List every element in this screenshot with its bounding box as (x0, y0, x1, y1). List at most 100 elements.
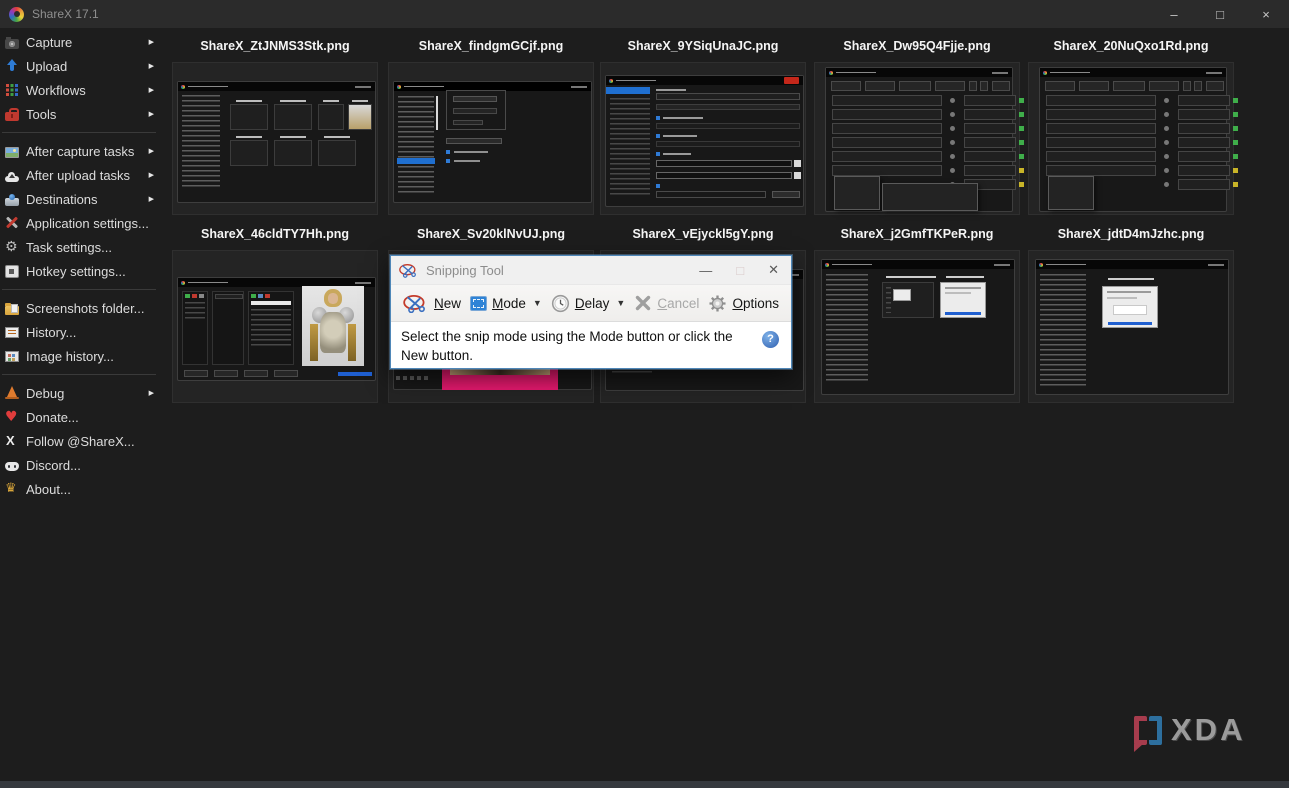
sidebar-item-screenshots-folder[interactable]: Screenshots folder... (0, 296, 166, 320)
thumbnail-sharex-two-thumbs[interactable] (814, 250, 1020, 403)
snipping-tool-window-controls: — □ ✕ (699, 262, 783, 278)
delay-dropdown-arrow-icon: ▼ (616, 298, 626, 308)
snip-close-button[interactable]: ✕ (768, 262, 779, 278)
heart-icon (5, 410, 19, 424)
crown-icon (5, 482, 19, 496)
sidebar-item-capture[interactable]: Capture ▶ (0, 30, 166, 54)
app-titlebar: ShareX 17.1 – □ × (0, 0, 1289, 28)
snip-minimize-button[interactable]: — (699, 263, 712, 278)
mode-icon (470, 295, 488, 311)
snip-mode-hint-text: Select the snip mode using the Mode butt… (401, 329, 733, 363)
image-grid-icon (5, 351, 19, 362)
xda-watermark-text: XDA (1171, 712, 1246, 747)
folder-icon (5, 302, 19, 315)
thumbnail-task-settings[interactable] (600, 62, 806, 215)
sidebar-item-about[interactable]: About... (0, 477, 166, 501)
thumbnail-preview (605, 75, 804, 207)
submenu-arrow-icon: ▶ (148, 172, 154, 179)
thumbnail-destination-settings[interactable] (388, 62, 594, 215)
app-title: ShareX 17.1 (32, 7, 99, 21)
sidebar-item-hotkey-settings[interactable]: Hotkey settings... (0, 259, 166, 283)
thumbnail-sharex-gallery[interactable] (172, 62, 378, 215)
snipping-tool-title: Snipping Tool (426, 262, 504, 278)
submenu-arrow-icon: ▶ (148, 196, 154, 203)
submenu-arrow-icon: ▶ (148, 390, 154, 397)
camera-icon (5, 36, 19, 49)
submenu-arrow-icon: ▶ (148, 87, 154, 94)
toolbox-icon (5, 107, 19, 121)
sidebar-divider (2, 289, 156, 290)
sidebar-item-image-history[interactable]: Image history... (0, 344, 166, 368)
upload-arrow-icon (5, 59, 19, 73)
sidebar-item-debug[interactable]: Debug ▶ (0, 381, 166, 405)
history-list-icon (5, 327, 19, 338)
submenu-arrow-icon: ▶ (148, 39, 154, 46)
sidebar-item-application-settings[interactable]: Application settings... (0, 211, 166, 235)
upload-submenu (882, 183, 978, 211)
context-menu (1048, 176, 1094, 210)
sidebar-item-after-capture-tasks[interactable]: After capture tasks ▶ (0, 139, 166, 163)
thumbnail-preview (393, 81, 592, 203)
xda-left-bracket-icon (1134, 715, 1147, 752)
sidebar-item-discord[interactable]: Discord... (0, 453, 166, 477)
maximize-button[interactable]: □ (1197, 0, 1243, 28)
thumbnail-filename: ShareX_Sv20klNvUJ.png (417, 227, 565, 241)
x-logo-icon (5, 434, 19, 448)
snipping-tool-message-area: Select the snip mode using the Mode butt… (391, 322, 791, 368)
discord-icon (5, 462, 19, 471)
thumbnail-filename: ShareX_ZtJNMS3Stk.png (200, 39, 350, 53)
sidebar-item-task-settings[interactable]: Task settings... (0, 235, 166, 259)
gear-icon (5, 240, 19, 254)
thumbnail-preview (1039, 67, 1238, 212)
sharex-logo-icon (9, 6, 24, 22)
cancel-x-icon (636, 295, 651, 311)
help-icon[interactable]: ? (762, 331, 779, 348)
cancel-button: Cancel (634, 294, 699, 312)
thumbnail-preview (177, 81, 376, 203)
sidebar-item-history[interactable]: History... (0, 320, 166, 344)
thumbnail-preview (177, 277, 376, 381)
keyboard-key-icon (5, 265, 19, 278)
mini-toolbar-icons (396, 376, 400, 380)
snip-maximize-button[interactable]: □ (736, 263, 744, 278)
mode-button[interactable]: Mode ▼ (470, 295, 542, 311)
sidebar-item-destinations[interactable]: Destinations ▶ (0, 187, 166, 211)
drive-icon (5, 193, 19, 206)
sidebar: Capture ▶ Upload ▶ Workflows ▶ Tools ▶ A… (0, 30, 166, 501)
context-menu (834, 176, 880, 210)
sidebar-item-tools[interactable]: Tools ▶ (0, 102, 166, 126)
photo-icon (5, 146, 19, 158)
thumbnail-filename: ShareX_Dw95Q4Fjje.png (843, 39, 991, 53)
sidebar-item-donate[interactable]: Donate... (0, 405, 166, 429)
new-scissors-icon (403, 294, 425, 313)
options-button[interactable]: Options (708, 294, 779, 313)
minimize-button[interactable]: – (1151, 0, 1197, 28)
thumbnail-hotkey-settings-menu[interactable] (1028, 62, 1238, 215)
thumbnail-filename: ShareX_jdtD4mJzhc.png (1057, 227, 1205, 241)
thumbnail-filename: ShareX_vEjyckl5gY.png (632, 227, 774, 241)
new-snip-button[interactable]: New (403, 294, 461, 313)
workflow-grid-icon (5, 83, 19, 97)
xda-right-bracket-icon (1149, 715, 1162, 745)
sidebar-item-workflows[interactable]: Workflows ▶ (0, 78, 166, 102)
thumbnail-hotkey-settings-submenu[interactable] (814, 62, 1024, 215)
sidebar-divider (2, 374, 156, 375)
thumbnail-filename: ShareX_findgmGCjf.png (418, 39, 564, 53)
delay-button[interactable]: Delay ▼ (551, 294, 625, 313)
thumbnail-sharex-one-thumb[interactable] (1028, 250, 1234, 403)
close-button[interactable]: × (1243, 0, 1289, 28)
sidebar-item-upload[interactable]: Upload ▶ (0, 54, 166, 78)
sidebar-item-follow-sharex[interactable]: Follow @ShareX... (0, 429, 166, 453)
thumbnail-filename: ShareX_9YSiqUnaJC.png (627, 39, 779, 53)
mode-dropdown-arrow-icon: ▼ (532, 298, 542, 308)
thumbnail-preview (825, 67, 1024, 212)
thumbnail-filename: ShareX_46cldTY7Hh.png (201, 227, 349, 241)
snipping-tool-window: Snipping Tool — □ ✕ New Mode ▼ Delay ▼ C… (390, 255, 792, 369)
window-controls: – □ × (1151, 0, 1289, 28)
xda-watermark: XDA (1134, 712, 1246, 752)
thumbnail-preview (821, 259, 1015, 395)
thumbnail-image-effects[interactable] (172, 250, 378, 403)
sidebar-item-after-upload-tasks[interactable]: After upload tasks ▶ (0, 163, 166, 187)
submenu-arrow-icon: ▶ (148, 148, 154, 155)
traffic-cone-icon (5, 386, 19, 400)
